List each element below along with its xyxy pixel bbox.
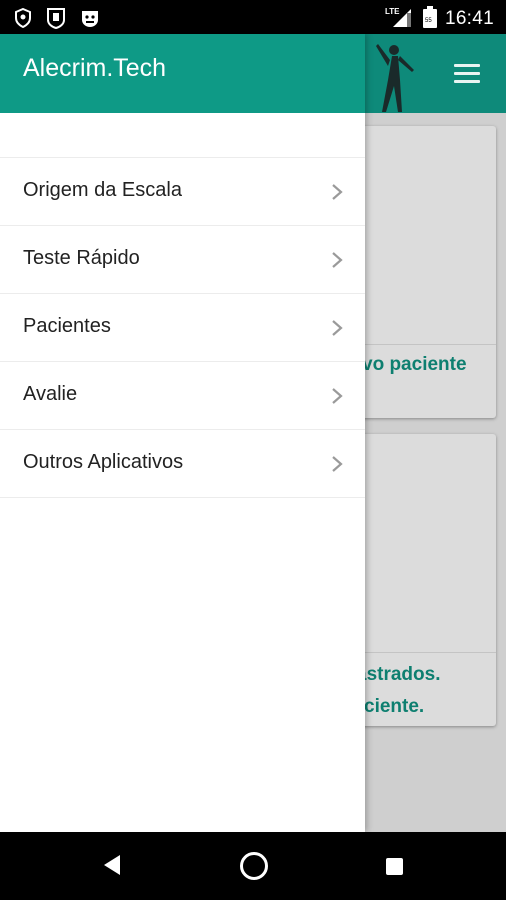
chevron-right-icon: [331, 183, 343, 205]
svg-text:55: 55: [425, 18, 432, 24]
chevron-right-icon: [331, 387, 343, 409]
home-icon[interactable]: [240, 852, 268, 880]
face-icon: [80, 8, 100, 28]
menu-item-outros-aplicativos[interactable]: Outros Aplicativos: [0, 430, 365, 498]
menu-item-avalie[interactable]: Avalie: [0, 362, 365, 430]
svg-text:LTE: LTE: [385, 7, 400, 16]
menu-item-origem-da-escala[interactable]: Origem da Escala: [0, 158, 365, 226]
back-icon[interactable]: [102, 854, 122, 880]
status-icons-left: [14, 7, 100, 29]
menu-item-label: Outros Aplicativos: [23, 451, 184, 473]
chevron-right-icon: [331, 319, 343, 341]
clock: 16:41: [444, 8, 494, 29]
figure-icon: [372, 38, 418, 118]
recent-apps-icon[interactable]: [386, 858, 403, 875]
status-icons-right: LTE 55 16:41: [385, 5, 494, 33]
drawer-header: Alecrim.Tech: [0, 34, 365, 113]
drawer-spacer: [0, 113, 365, 158]
status-bar: LTE 55 16:41: [0, 0, 506, 34]
shield-icon: [14, 8, 32, 28]
menu-item-pacientes[interactable]: Pacientes: [0, 294, 365, 362]
hamburger-menu-icon[interactable]: [454, 64, 480, 84]
new-patient-link[interactable]: vo paciente: [362, 354, 467, 376]
menu-item-label: Origem da Escala: [23, 179, 182, 201]
menu-item-label: Avalie: [23, 383, 78, 405]
chevron-right-icon: [331, 251, 343, 273]
badge-icon: [46, 7, 66, 29]
patients-message-line1: astrados.: [356, 664, 441, 685]
lte-signal-icon: LTE: [385, 5, 415, 33]
battery-icon: 55: [422, 6, 437, 32]
navigation-drawer: Alecrim.Tech Origem da Escala Teste Rápi…: [0, 34, 365, 832]
drawer-title: Alecrim.Tech: [23, 54, 167, 82]
patients-message-line2[interactable]: ciente.: [364, 696, 424, 718]
menu-item-label: Pacientes: [23, 315, 111, 337]
chevron-right-icon: [331, 455, 343, 477]
menu-item-teste-rapido[interactable]: Teste Rápido: [0, 226, 365, 294]
system-nav-bar: [0, 832, 506, 900]
menu-item-label: Teste Rápido: [23, 247, 140, 269]
